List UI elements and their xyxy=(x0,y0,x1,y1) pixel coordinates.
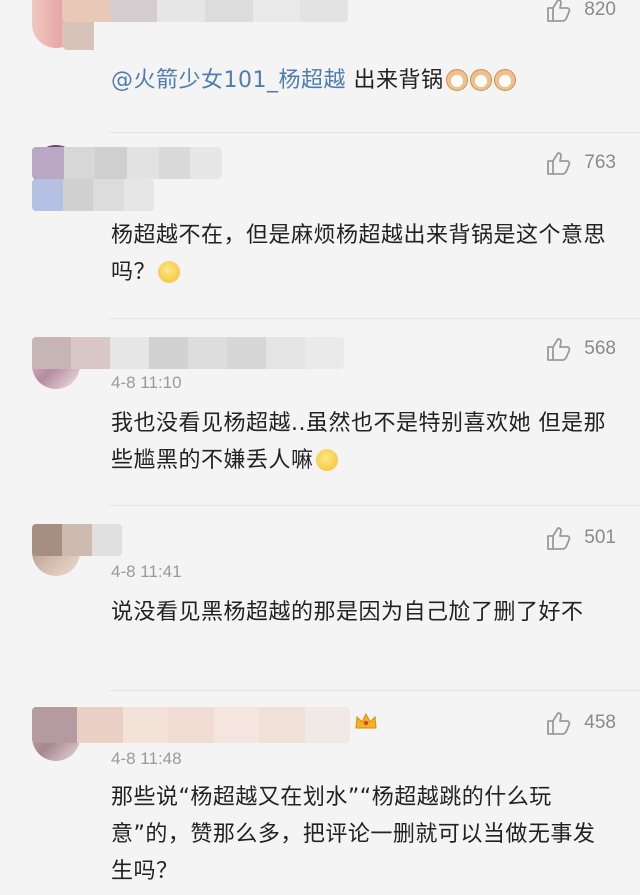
comment-text: 说没看见黑杨超越的那是因为自己尬了删了好不 xyxy=(111,594,616,631)
like-count: 763 xyxy=(584,152,616,173)
cat-face-icon xyxy=(493,69,516,91)
comment-1: 820 @火箭少女101_杨超越 出来背锅 xyxy=(0,0,640,132)
like-button[interactable]: 763 xyxy=(546,151,616,175)
thumbs-up-icon xyxy=(547,527,571,550)
blurred-username-line2 xyxy=(62,22,94,50)
thinking-face-icon xyxy=(158,261,181,283)
comment-4: 501 4-8 11:41 说没看见黑杨超越的那是因为自己尬了删了好不 xyxy=(0,506,640,690)
like-button[interactable]: 568 xyxy=(546,337,616,361)
thumbs-up-icon xyxy=(547,712,571,735)
thumbs-up-icon xyxy=(547,152,571,175)
blurred-username-line2 xyxy=(32,179,154,211)
blurred-username xyxy=(62,0,348,22)
like-button[interactable]: 458 xyxy=(546,711,616,735)
cat-face-icon xyxy=(445,69,468,91)
comment-body: 我也没看见杨超越..虽然也不是特别喜欢她 但是那些尴黑的不嫌丢人嘛 xyxy=(111,411,606,473)
like-count: 458 xyxy=(584,712,616,733)
comment-5: 458 4-8 11:48 那些说“杨超越又在划水”“杨超越跳的什么玩意”的，赞… xyxy=(0,691,640,895)
like-count: 568 xyxy=(584,338,616,359)
timestamp: 4-8 11:41 xyxy=(111,562,182,581)
blurred-username xyxy=(32,337,344,369)
comment-text: 杨超越不在，但是麻烦杨超越出来背锅是这个意思吗？ xyxy=(111,217,616,291)
comment-body: 那些说“杨超越又在划水”“杨超越跳的什么玩意”的，赞那么多，把评论一删就可以当做… xyxy=(111,785,596,884)
timestamp: 4-8 11:10 xyxy=(111,373,182,392)
thumbs-up-icon xyxy=(547,338,571,361)
like-count: 820 xyxy=(584,0,616,20)
like-button[interactable]: 820 xyxy=(546,0,616,22)
comment-2: 763 杨超越不在，但是麻烦杨超越出来背锅是这个意思吗？ xyxy=(0,133,640,318)
comment-body: 杨超越不在，但是麻烦杨超越出来背锅是这个意思吗？ xyxy=(111,223,607,285)
user-mention-link[interactable]: @火箭少女101_杨超越 xyxy=(111,68,346,93)
like-count: 501 xyxy=(584,527,616,548)
blurred-username xyxy=(32,524,122,556)
blurred-username xyxy=(32,707,350,743)
like-button[interactable]: 501 xyxy=(546,526,616,550)
thinking-face-icon xyxy=(315,449,338,471)
comment-text: @火箭少女101_杨超越 出来背锅 xyxy=(111,62,616,99)
comment-body: 出来背锅 xyxy=(346,68,444,93)
cat-face-icon xyxy=(469,69,492,91)
comment-3: 568 4-8 11:10 我也没看见杨超越..虽然也不是特别喜欢她 但是那些尴… xyxy=(0,319,640,505)
comment-text: 我也没看见杨超越..虽然也不是特别喜欢她 但是那些尴黑的不嫌丢人嘛 xyxy=(111,405,616,479)
crown-icon xyxy=(355,712,377,729)
blurred-username xyxy=(32,147,222,179)
comment-text: 那些说“杨超越又在划水”“杨超越跳的什么玩意”的，赞那么多，把评论一删就可以当做… xyxy=(111,779,616,890)
thumbs-up-icon xyxy=(547,0,571,22)
comment-body: 说没看见黑杨超越的那是因为自己尬了删了好不 xyxy=(111,600,584,625)
timestamp: 4-8 11:48 xyxy=(111,749,182,768)
